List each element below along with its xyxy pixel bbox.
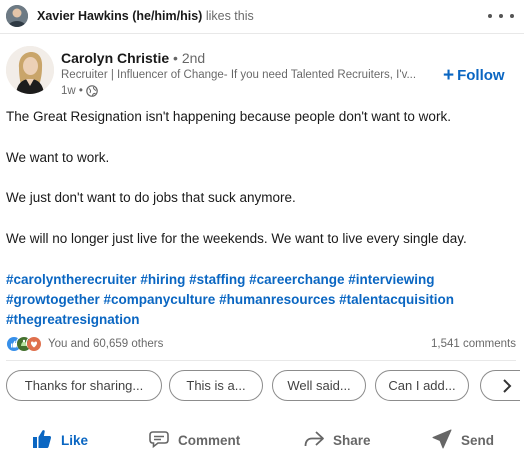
like-label: Like (61, 432, 89, 448)
hashtag[interactable]: #companyculture (104, 292, 216, 307)
reaction-icons[interactable] (6, 336, 41, 352)
share-button[interactable]: Share (302, 420, 371, 460)
follow-button[interactable]: + Follow (443, 63, 505, 87)
hashtag[interactable]: #staffing (189, 272, 245, 287)
suggested-comment-chip[interactable]: Well said... (272, 370, 366, 401)
hashtag[interactable]: #interviewing (348, 272, 434, 287)
hashtag[interactable]: #humanresources (219, 292, 335, 307)
suggested-comments: Thanks for sharing... This is a... Well … (6, 370, 524, 402)
comments-count[interactable]: 1,541 comments (431, 338, 516, 350)
follow-label: Follow (457, 66, 505, 84)
activity-text: Xavier Hawkins (he/him/his) likes this (37, 9, 254, 23)
author-headline: Recruiter | Influencer of Change- If you… (61, 69, 417, 81)
post-paragraph: We want to work. (6, 150, 110, 165)
author-name-line[interactable]: Carolyn Christie • 2nd (61, 50, 205, 66)
suggested-comment-chip[interactable]: Thanks for sharing... (6, 370, 162, 401)
hashtag[interactable]: #hiring (140, 272, 185, 287)
send-icon (430, 427, 454, 454)
social-counts: You and 60,659 others 1,541 comments (6, 336, 516, 354)
divider (6, 360, 516, 361)
hashtag[interactable]: #thegreatresignation (6, 312, 140, 327)
hashtag[interactable]: #careerchange (249, 272, 344, 287)
author-avatar[interactable] (6, 46, 54, 94)
send-button[interactable]: Send (430, 420, 494, 460)
more-horizontal-icon[interactable] (488, 8, 514, 24)
like-icon (30, 427, 54, 454)
activity-action: likes this (205, 9, 254, 23)
post-paragraph: We will no longer just live for the week… (6, 231, 467, 246)
share-label: Share (333, 432, 371, 448)
activity-header: Xavier Hawkins (he/him/his) likes this (0, 0, 524, 34)
comment-icon (147, 427, 171, 454)
hashtag[interactable]: #talentacquisition (339, 292, 454, 307)
author-name[interactable]: Carolyn Christie (61, 50, 169, 66)
plus-icon: + (443, 64, 455, 86)
globe-icon (86, 85, 98, 97)
reactions-count[interactable]: You and 60,659 others (48, 338, 163, 350)
suggested-comment-chip[interactable]: This is a... (169, 370, 263, 401)
actor-avatar[interactable] (6, 5, 28, 27)
post-paragraph: We just don't want to do jobs that suck … (6, 190, 296, 205)
comment-button[interactable]: Comment (147, 420, 240, 460)
share-icon (302, 427, 326, 454)
actor-name[interactable]: Xavier Hawkins (he/him/his) (37, 9, 202, 23)
hashtag-list: #carolyntherecruiter #hiring #staffing #… (6, 270, 518, 330)
connection-degree: • 2nd (173, 50, 206, 66)
love-reaction-icon (26, 336, 41, 351)
hashtag[interactable]: #carolyntherecruiter (6, 272, 137, 287)
send-label: Send (461, 432, 495, 448)
post-paragraph: The Great Resignation isn't happening be… (6, 109, 451, 124)
post-actions: Like Comment Share Send (0, 420, 524, 460)
post-time: 1w • (61, 85, 83, 97)
like-button[interactable]: Like (30, 420, 88, 460)
comment-label: Comment (178, 432, 241, 448)
post-meta: 1w • (61, 85, 98, 97)
chevron-right-icon[interactable] (501, 376, 513, 396)
suggested-comment-chip[interactable]: Can I add... (375, 370, 469, 401)
hashtag[interactable]: #growtogether (6, 292, 100, 307)
suggested-comment-chip-partial[interactable] (480, 370, 520, 401)
